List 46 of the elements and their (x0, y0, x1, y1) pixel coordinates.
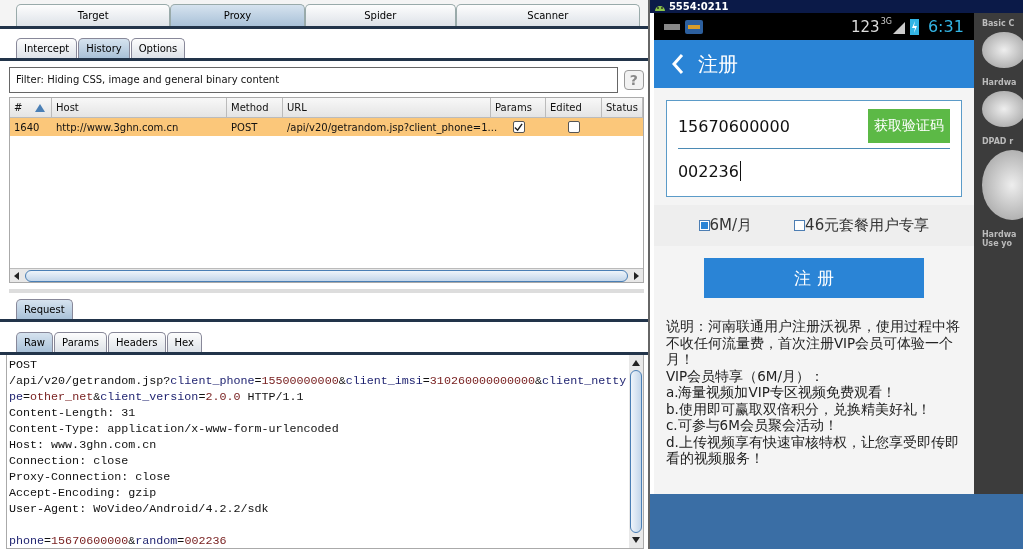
description-text: a.海量视频加VIP专区视频免费观看！ (665, 384, 897, 401)
history-row[interactable]: 1640 http://www.3ghn.com.cn POST /api/v20/getrandom.jsp?client_phone=1... (10, 118, 643, 136)
phone-field[interactable]: 15670600000 (677, 116, 790, 136)
section-tab[interactable]: Options (130, 38, 186, 58)
view-tab[interactable]: Raw (16, 332, 54, 352)
description-text: d.上传视频享有快速审核特权，让您享受即传即看的视频服务！ (665, 433, 960, 467)
main-tab[interactable]: Spider (304, 4, 456, 26)
table-cell: 1640 (14, 121, 40, 133)
column-header[interactable]: Params (491, 98, 546, 117)
panel-label: Basic C (981, 19, 1015, 28)
main-tab[interactable]: Scanner (455, 4, 640, 26)
window-title: 5554:0211 (668, 1, 729, 12)
status-text: 123 (851, 17, 880, 36)
network-type: 3G (880, 17, 892, 26)
table-cell: POST (231, 121, 258, 133)
clock: 6:31 (927, 17, 964, 36)
column-header[interactable]: Status (602, 98, 643, 117)
description-text: c.可参与6M会员聚会活动！ (665, 417, 839, 434)
section-tab[interactable]: Intercept (16, 38, 78, 58)
filter-bar[interactable]: Filter: Hiding CSS, image and general binary content (9, 67, 618, 93)
register-button[interactable]: 注 册 (703, 258, 924, 298)
description-text: b.使用即可赢取双倍积分，兑换精美好礼！ (665, 400, 932, 417)
view-tab[interactable]: Params (54, 332, 107, 352)
table-cell: /api/v20/getrandom.jsp?client_phone=1... (287, 121, 498, 133)
main-tab[interactable]: Target (16, 4, 171, 26)
column-header[interactable]: Host (52, 98, 227, 117)
column-header[interactable]: # (10, 98, 52, 117)
column-header[interactable]: Edited (546, 98, 602, 117)
column-header[interactable]: URL (283, 98, 491, 117)
request-tab[interactable]: Request (16, 299, 73, 319)
description-text: VIP会员特享（6M/月）： (665, 367, 826, 384)
view-tab[interactable]: Headers (107, 332, 166, 352)
view-tab[interactable]: Hex (166, 332, 202, 352)
column-header[interactable]: Method (227, 98, 283, 117)
table-cell: http://www.3ghn.com.cn (56, 121, 179, 133)
description-text: 说明：河南联通用户注册沃视界，使用过程中将不收任何流量费，首次注册VIP会员可体验一个月！ (665, 318, 961, 368)
screen-title: 注册 (697, 50, 738, 78)
option-label[interactable]: 6M/月 (709, 216, 753, 235)
panel-label: Use yo (981, 239, 1013, 248)
panel-label: Hardwa (981, 230, 1017, 239)
option-label[interactable]: 46元套餐用户专享 (805, 216, 930, 235)
panel-label: DPAD r (981, 137, 1014, 146)
section-tab[interactable]: History (78, 38, 130, 58)
code-field[interactable]: 002236 (677, 161, 741, 181)
panel-label: Hardwa (981, 78, 1017, 87)
main-tab[interactable]: Proxy (170, 4, 305, 26)
